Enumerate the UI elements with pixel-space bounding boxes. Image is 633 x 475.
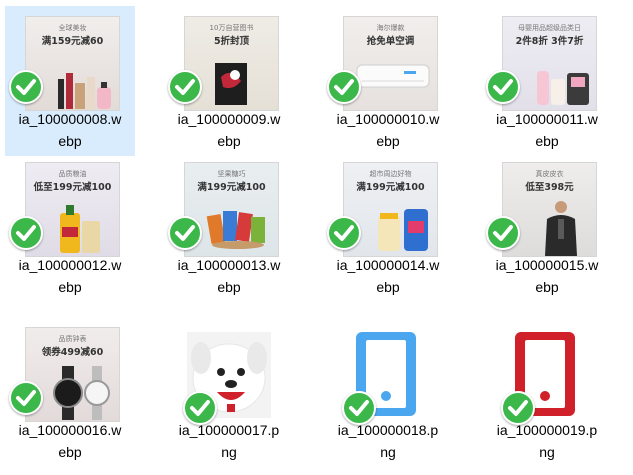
banner-title: 满199元减100 bbox=[356, 182, 425, 193]
banner-subtitle: 真皮皮衣 bbox=[535, 170, 564, 178]
file-tile-ia-100000013[interactable]: 坚果糖巧 满199元减100 ia_100000013.w ebp bbox=[164, 152, 294, 302]
banner-subtitle: 全球美妆 bbox=[58, 24, 87, 32]
banner-subtitle: 海尔爆款 bbox=[376, 24, 405, 32]
banner-title: 领券499减60 bbox=[41, 347, 104, 358]
banner-subtitle: 品质粮油 bbox=[58, 170, 87, 178]
file-name: ia_100000013.w ebp bbox=[177, 257, 281, 295]
file-name: ia_100000011.w ebp bbox=[496, 111, 598, 149]
file-tile-ia-100000011[interactable]: 母婴用品超级品类日 2件8折 3件7折 ia_100000011.w ebp bbox=[482, 6, 612, 156]
baby-products-icon bbox=[533, 61, 593, 107]
banner-subtitle: 坚果糖巧 bbox=[217, 170, 246, 178]
file-name: ia_100000008.w ebp bbox=[18, 111, 122, 149]
file-name: ia_100000017.p ng bbox=[178, 422, 280, 460]
file-name: ia_100000018.p ng bbox=[337, 422, 439, 460]
file-tile-ia-100000008[interactable]: 全球美妆 满159元减60 ia_100000008.w ebp bbox=[5, 6, 135, 156]
banner-title: 满159元减60 bbox=[41, 36, 104, 47]
check-icon bbox=[486, 216, 520, 250]
file-name: ia_100000019.p ng bbox=[496, 422, 598, 460]
check-icon bbox=[168, 70, 202, 104]
air-conditioner-icon bbox=[356, 63, 430, 89]
snacks-icon bbox=[205, 203, 271, 249]
banner-subtitle: 超市周边好物 bbox=[369, 170, 412, 178]
file-tile-ia-100000010[interactable]: 海尔爆款 抢免单空调 ia_100000010.w ebp bbox=[323, 6, 453, 156]
check-icon bbox=[327, 216, 361, 250]
file-tile-ia-100000018[interactable]: ia_100000018.p ng bbox=[323, 317, 453, 467]
file-name: ia_100000009.w ebp bbox=[177, 111, 281, 149]
file-name: ia_100000012.w ebp bbox=[18, 257, 122, 295]
check-icon bbox=[327, 70, 361, 104]
check-icon bbox=[486, 70, 520, 104]
file-tile-ia-100000016[interactable]: 品质钟表 领券499减60 ia_100000016.w ebp bbox=[5, 317, 135, 467]
banner-title: 5折封顶 bbox=[213, 36, 250, 47]
file-tile-ia-100000015[interactable]: 真皮皮衣 低至398元 ia_100000015.w ebp bbox=[482, 152, 612, 302]
check-icon bbox=[9, 216, 43, 250]
banner-subtitle: 母婴用品超级品类日 bbox=[518, 24, 581, 32]
file-name: ia_100000016.w ebp bbox=[18, 422, 122, 460]
oil-bottle-icon bbox=[54, 199, 104, 255]
check-icon bbox=[168, 216, 202, 250]
file-tile-ia-100000009[interactable]: 10万自营图书 5折封顶 ia_100000009.w ebp bbox=[164, 6, 294, 156]
file-name: ia_100000010.w ebp bbox=[336, 111, 440, 149]
file-name: ia_100000015.w ebp bbox=[495, 257, 599, 295]
man-in-jacket-icon bbox=[541, 199, 581, 256]
banner-title: 抢免单空调 bbox=[366, 36, 415, 47]
file-tile-ia-100000017[interactable]: ia_100000017.p ng bbox=[164, 317, 294, 467]
detergent-and-milk-icon bbox=[374, 203, 432, 253]
cosmetics-bottles-icon bbox=[56, 69, 114, 109]
banner-subtitle: 品质钟表 bbox=[58, 335, 87, 343]
check-icon bbox=[9, 70, 43, 104]
file-tile-ia-100000014[interactable]: 超市周边好物 满199元减100 ia_100000014.w ebp bbox=[323, 152, 453, 302]
banner-title: 低至199元减100 bbox=[33, 182, 112, 193]
file-tile-ia-100000012[interactable]: 品质粮油 低至199元减100 ia_100000012.w ebp bbox=[5, 152, 135, 302]
check-icon bbox=[9, 381, 43, 415]
watches-icon bbox=[50, 366, 116, 420]
file-tile-ia-100000019[interactable]: ia_100000019.p ng bbox=[482, 317, 612, 467]
banner-subtitle: 10万自营图书 bbox=[209, 24, 254, 32]
file-name: ia_100000014.w ebp bbox=[336, 257, 440, 295]
banner-title: 低至398元 bbox=[525, 182, 574, 193]
books-icon bbox=[211, 57, 255, 107]
banner-title: 2件8折 3件7折 bbox=[515, 36, 584, 47]
banner-title: 满199元减100 bbox=[197, 182, 266, 193]
